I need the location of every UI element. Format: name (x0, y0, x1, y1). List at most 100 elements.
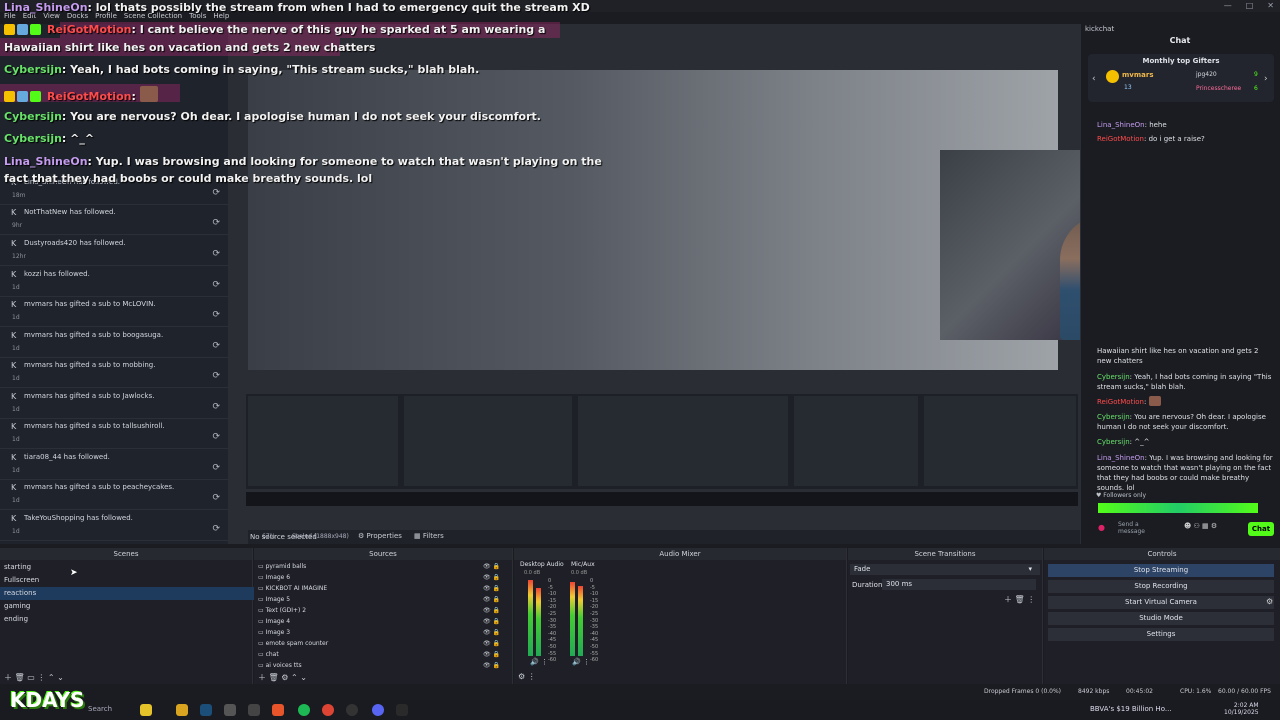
chat-message: Lina_ShineOn: Yup. I was browsing and lo… (1097, 454, 1273, 492)
steam-icon[interactable] (200, 704, 212, 716)
news-widget[interactable]: BBVA's $19 Billion Ho... (1090, 705, 1172, 713)
replay-icon[interactable]: ⟳ (212, 463, 220, 473)
replay-icon[interactable]: ⟳ (212, 371, 220, 381)
replay-icon[interactable]: ⟳ (212, 402, 220, 412)
chat-text: Hawaiian shirt like hes on vacation and … (4, 41, 376, 54)
maximize-button[interactable]: □ (1246, 1, 1254, 10)
settings-button[interactable]: Settings (1048, 628, 1274, 641)
scene-item-selected[interactable]: reactions (0, 587, 256, 600)
chrome-icon[interactable] (322, 704, 334, 716)
visibility-lock-icons[interactable]: 👁 🔒 (483, 616, 500, 627)
chat-header: Chat (1080, 36, 1280, 52)
filters-button[interactable]: ▦ Filters (414, 532, 444, 540)
source-item[interactable]: ▭ Image 4 👁 🔒 (258, 616, 508, 627)
overlay-line: Lina_ShineOn: lol thats possibly the str… (4, 1, 590, 14)
duration-label: Duration (852, 581, 883, 589)
chat-message: ReiGotMotion: (1097, 396, 1275, 407)
visibility-lock-icons[interactable]: 👁 🔒 (483, 561, 500, 572)
scene-item[interactable]: ending (0, 613, 256, 626)
chat-username: Cybersijn (4, 110, 62, 123)
replay-icon[interactable]: ⟳ (212, 249, 220, 259)
gifter-name: mvmars (1122, 71, 1154, 79)
mic-mute-icon[interactable]: 🔊 ⋮ (572, 658, 590, 666)
virtual-camera-button[interactable]: Start Virtual Camera (1048, 596, 1274, 609)
taskbar-clock[interactable]: 2:02 AM 10/19/2025 (1224, 702, 1259, 716)
scene-item[interactable]: gaming (0, 600, 256, 613)
kick-icon: K (11, 483, 17, 492)
emote-bar[interactable] (1098, 503, 1258, 513)
visibility-lock-icons[interactable]: 👁 🔒 (483, 660, 500, 671)
studio-mode-button[interactable]: Studio Mode (1048, 612, 1274, 625)
follower-age: 1d (12, 528, 20, 535)
chat-text: hehe (1149, 121, 1167, 129)
mic-meter (578, 586, 583, 656)
stop-recording-button[interactable]: Stop Recording (1048, 580, 1274, 593)
brave-icon[interactable] (272, 704, 284, 716)
replay-icon[interactable]: ⟳ (212, 341, 220, 351)
kick-icon: K (11, 392, 17, 401)
chat-text: I cant believe the nerve of this guy he … (139, 23, 546, 36)
taskbar-search[interactable]: Search (88, 705, 112, 713)
file-explorer-icon[interactable] (176, 704, 188, 716)
visibility-lock-icons[interactable]: 👁 🔒 (483, 583, 500, 594)
source-item[interactable]: ▭ Image 5 👁 🔒 (258, 594, 508, 605)
source-item[interactable]: ▭ KICKBOT AI IMAGINE 👁 🔒 (258, 583, 508, 594)
settings-icon[interactable] (248, 704, 260, 716)
replay-icon[interactable]: ⟳ (212, 310, 220, 320)
visibility-lock-icons[interactable]: 👁 🔒 (483, 594, 500, 605)
transition-toolbar[interactable]: ＋ 🗑 ⋮ (1004, 594, 1035, 605)
visibility-lock-icons[interactable]: 👁 🔒 (483, 649, 500, 660)
source-item[interactable]: ▭ Image 6 👁 🔒 (258, 572, 508, 583)
visibility-lock-icons[interactable]: 👁 🔒 (483, 638, 500, 649)
close-button[interactable]: ✕ (1267, 1, 1274, 10)
scene-toolbar[interactable]: ＋ 🗑 ▭ ⋮ ⌃ ⌄ (4, 672, 64, 683)
followers-only-text: Followers only (1103, 492, 1146, 499)
replay-icon[interactable]: ⟳ (212, 524, 220, 534)
source-item[interactable]: ▭ Image 3 👁 🔒 (258, 627, 508, 638)
gifter-count: 6 (1254, 85, 1258, 92)
minimize-button[interactable]: — (1224, 1, 1232, 10)
desktop-mute-icon[interactable]: 🔊 ⋮ (530, 658, 548, 666)
visibility-lock-icons[interactable]: 👁 🔒 (483, 605, 500, 616)
desktop-audio-meter (536, 588, 541, 656)
replay-icon[interactable]: ⟳ (212, 493, 220, 503)
source-toolbar[interactable]: ＋ 🗑 ⚙ ⌃ ⌄ (258, 672, 307, 683)
source-item[interactable]: ▭ pyramid balls 👁 🔒 (258, 561, 508, 572)
scene-item[interactable]: Fullscreen (0, 574, 256, 587)
source-item[interactable]: ▭ emote spam counter 👁 🔒 (258, 638, 508, 649)
transition-select[interactable]: Fade ▾ (850, 564, 1040, 575)
source-item[interactable]: ▭ chat 👁 🔒 (258, 649, 508, 660)
duration-input[interactable]: 300 ms (882, 579, 1036, 590)
discord-icon[interactable] (372, 704, 384, 716)
emoji-icon[interactable]: ☻ ⚇ ▦ ⚙ (1184, 522, 1217, 530)
audio-toolbar[interactable]: ⚙ ⋮ (518, 672, 536, 681)
chevron-left-icon[interactable]: ‹ (1092, 74, 1096, 84)
replay-icon[interactable]: ⟳ (212, 218, 220, 228)
obs-icon[interactable] (346, 704, 358, 716)
replay-icon[interactable]: ⟳ (212, 280, 220, 290)
stop-streaming-button[interactable]: Stop Streaming (1048, 564, 1274, 577)
follower-text: NotThatNew has followed. (24, 208, 116, 216)
gear-icon[interactable]: ⚙ (1266, 597, 1273, 606)
follower-text: kozzi has followed. (24, 270, 90, 278)
chat-send-button[interactable]: Chat (1248, 522, 1274, 536)
visibility-lock-icons[interactable]: 👁 🔒 (483, 572, 500, 583)
terminal-icon[interactable] (396, 704, 408, 716)
clock-time: 2:02 AM (1233, 702, 1259, 709)
microphone-icon[interactable]: ● (1098, 523, 1105, 532)
app-icon[interactable] (224, 704, 236, 716)
source-item[interactable]: ▭ Text (GDI+) 2 👁 🔒 (258, 605, 508, 616)
replay-icon[interactable]: ⟳ (212, 432, 220, 442)
copilot-icon[interactable] (140, 704, 152, 716)
properties-button[interactable]: ⚙ Properties (358, 532, 402, 540)
spotify-icon[interactable] (298, 704, 310, 716)
scene-item[interactable]: starting (0, 561, 256, 574)
chevron-right-icon[interactable]: › (1264, 74, 1268, 84)
chat-header-label: Chat (1169, 36, 1191, 45)
chat-text: lol thats possibly the stream from when … (95, 1, 590, 14)
visibility-lock-icons[interactable]: 👁 🔒 (483, 627, 500, 638)
bitrate: 8492 kbps (1078, 688, 1110, 695)
source-item[interactable]: ▭ ai voices tts 👁 🔒 (258, 660, 508, 671)
overlay-line: ReiGotMotion: (4, 86, 160, 103)
follower-item: Ktiara08_44 has followed. 1d ⟳ (0, 449, 228, 480)
